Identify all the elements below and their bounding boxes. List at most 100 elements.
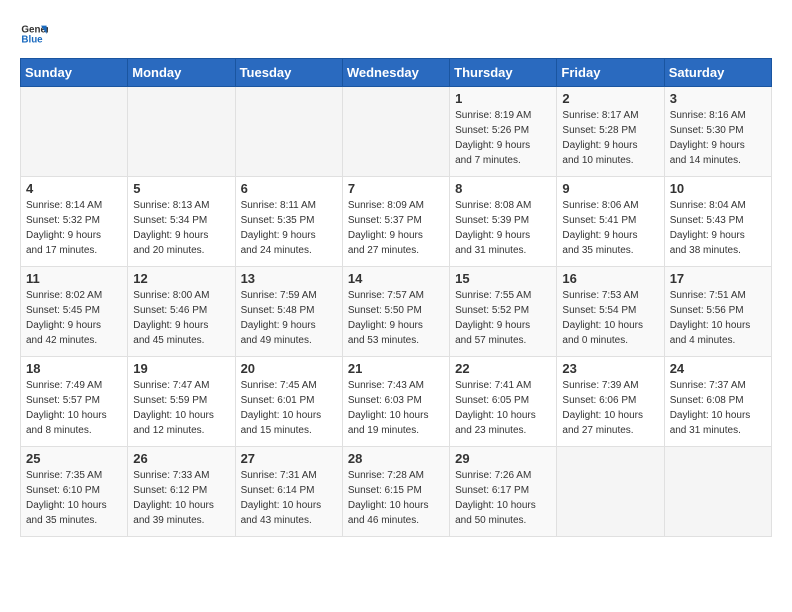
calendar-cell: 18Sunrise: 7:49 AM Sunset: 5:57 PM Dayli… <box>21 357 128 447</box>
day-info: Sunrise: 8:04 AM Sunset: 5:43 PM Dayligh… <box>670 198 766 258</box>
day-number: 27 <box>241 451 337 466</box>
calendar-cell: 4Sunrise: 8:14 AM Sunset: 5:32 PM Daylig… <box>21 177 128 267</box>
day-number: 11 <box>26 271 122 286</box>
day-info: Sunrise: 8:02 AM Sunset: 5:45 PM Dayligh… <box>26 288 122 348</box>
calendar-cell <box>664 447 771 537</box>
week-row-2: 4Sunrise: 8:14 AM Sunset: 5:32 PM Daylig… <box>21 177 772 267</box>
day-info: Sunrise: 8:17 AM Sunset: 5:28 PM Dayligh… <box>562 108 658 168</box>
header: General Blue <box>20 20 772 48</box>
day-info: Sunrise: 8:11 AM Sunset: 5:35 PM Dayligh… <box>241 198 337 258</box>
calendar-cell: 29 Sunrise: 7:26 AM Sunset: 6:17 PM Dayli… <box>450 447 557 537</box>
calendar-cell: 20 Sunrise: 7:45 AM Sunset: 6:01 PM Dayli… <box>235 357 342 447</box>
day-info: Sunrise: 7:57 AM Sunset: 5:50 PM Dayligh… <box>348 288 444 348</box>
header-cell-saturday: Saturday <box>664 59 771 87</box>
day-number: 5 <box>133 181 229 196</box>
day-number: 8 <box>455 181 551 196</box>
day-info: Sunrise: 7:39 AM Sunset: 6:06 PM Dayligh… <box>562 378 658 438</box>
svg-text:Blue: Blue <box>21 34 43 45</box>
calendar-cell: 5 Sunrise: 8:13 AM Sunset: 5:34 PM Daylig… <box>128 177 235 267</box>
calendar-body: 1 Sunrise: 8:19 AM Sunset: 5:26 PM Daylig… <box>21 87 772 537</box>
logo-icon: General Blue <box>20 20 48 48</box>
calendar-cell: 14 Sunrise: 7:57 AM Sunset: 5:50 PM Dayli… <box>342 267 449 357</box>
header-cell-sunday: Sunday <box>21 59 128 87</box>
day-number: 2 <box>562 91 658 106</box>
day-number: 28 <box>348 451 444 466</box>
day-info: Sunrise: 8:16 AM Sunset: 5:30 PM Dayligh… <box>670 108 766 168</box>
calendar-cell: 10 Sunrise: 8:04 AM Sunset: 5:43 PM Dayli… <box>664 177 771 267</box>
day-info: Sunrise: 8:00 AM Sunset: 5:46 PM Dayligh… <box>133 288 229 348</box>
day-info: Sunrise: 8:14 AM Sunset: 5:32 PM Dayligh… <box>26 198 122 258</box>
day-info: Sunrise: 8:08 AM Sunset: 5:39 PM Dayligh… <box>455 198 551 258</box>
day-info: Sunrise: 7:33 AM Sunset: 6:12 PM Dayligh… <box>133 468 229 528</box>
calendar-cell: 12 Sunrise: 8:00 AM Sunset: 5:46 PM Dayli… <box>128 267 235 357</box>
week-row-5: 25 Sunrise: 7:35 AM Sunset: 6:10 PM Dayli… <box>21 447 772 537</box>
day-number: 3 <box>670 91 766 106</box>
day-number: 29 <box>455 451 551 466</box>
calendar-cell: 9 Sunrise: 8:06 AM Sunset: 5:41 PM Daylig… <box>557 177 664 267</box>
calendar-cell: 17 Sunrise: 7:51 AM Sunset: 5:56 PM Dayli… <box>664 267 771 357</box>
day-number: 23 <box>562 361 658 376</box>
day-info: Sunrise: 7:51 AM Sunset: 5:56 PM Dayligh… <box>670 288 766 348</box>
calendar-cell <box>21 87 128 177</box>
week-row-1: 1 Sunrise: 8:19 AM Sunset: 5:26 PM Daylig… <box>21 87 772 177</box>
day-info: Sunrise: 7:28 AM Sunset: 6:15 PM Dayligh… <box>348 468 444 528</box>
day-info: Sunrise: 8:09 AM Sunset: 5:37 PM Dayligh… <box>348 198 444 258</box>
day-number: 15 <box>455 271 551 286</box>
day-number: 9 <box>562 181 658 196</box>
day-number: 20 <box>241 361 337 376</box>
calendar-cell: 7 Sunrise: 8:09 AM Sunset: 5:37 PM Daylig… <box>342 177 449 267</box>
header-cell-thursday: Thursday <box>450 59 557 87</box>
day-info: Sunrise: 7:45 AM Sunset: 6:01 PM Dayligh… <box>241 378 337 438</box>
day-info: Sunrise: 7:35 AM Sunset: 6:10 PM Dayligh… <box>26 468 122 528</box>
header-cell-tuesday: Tuesday <box>235 59 342 87</box>
day-number: 25 <box>26 451 122 466</box>
calendar-cell: 26 Sunrise: 7:33 AM Sunset: 6:12 PM Dayli… <box>128 447 235 537</box>
day-info: Sunrise: 7:26 AM Sunset: 6:17 PM Dayligh… <box>455 468 551 528</box>
day-info: Sunrise: 7:43 AM Sunset: 6:03 PM Dayligh… <box>348 378 444 438</box>
day-number: 6 <box>241 181 337 196</box>
day-number: 7 <box>348 181 444 196</box>
header-row: SundayMondayTuesdayWednesdayThursdayFrid… <box>21 59 772 87</box>
calendar-cell: 28 Sunrise: 7:28 AM Sunset: 6:15 PM Dayli… <box>342 447 449 537</box>
calendar-cell: 6 Sunrise: 8:11 AM Sunset: 5:35 PM Daylig… <box>235 177 342 267</box>
day-info: Sunrise: 8:06 AM Sunset: 5:41 PM Dayligh… <box>562 198 658 258</box>
day-number: 16 <box>562 271 658 286</box>
header-cell-wednesday: Wednesday <box>342 59 449 87</box>
week-row-3: 11 Sunrise: 8:02 AM Sunset: 5:45 PM Dayli… <box>21 267 772 357</box>
calendar-cell <box>342 87 449 177</box>
day-info: Sunrise: 7:47 AM Sunset: 5:59 PM Dayligh… <box>133 378 229 438</box>
day-number: 10 <box>670 181 766 196</box>
calendar-cell: 15 Sunrise: 7:55 AM Sunset: 5:52 PM Dayli… <box>450 267 557 357</box>
day-number: 17 <box>670 271 766 286</box>
day-number: 13 <box>241 271 337 286</box>
calendar-header: SundayMondayTuesdayWednesdayThursdayFrid… <box>21 59 772 87</box>
calendar-cell: 16 Sunrise: 7:53 AM Sunset: 5:54 PM Dayli… <box>557 267 664 357</box>
calendar-cell: 11 Sunrise: 8:02 AM Sunset: 5:45 PM Dayli… <box>21 267 128 357</box>
calendar-cell: 24Sunrise: 7:37 AM Sunset: 6:08 PM Dayli… <box>664 357 771 447</box>
day-info: Sunrise: 7:55 AM Sunset: 5:52 PM Dayligh… <box>455 288 551 348</box>
header-cell-friday: Friday <box>557 59 664 87</box>
day-info: Sunrise: 7:49 AM Sunset: 5:57 PM Dayligh… <box>26 378 122 438</box>
calendar-cell: 23 Sunrise: 7:39 AM Sunset: 6:06 PM Dayli… <box>557 357 664 447</box>
calendar-cell: 27 Sunrise: 7:31 AM Sunset: 6:14 PM Dayli… <box>235 447 342 537</box>
day-number: 21 <box>348 361 444 376</box>
day-number: 12 <box>133 271 229 286</box>
calendar-cell <box>235 87 342 177</box>
calendar-cell <box>557 447 664 537</box>
day-info: Sunrise: 7:31 AM Sunset: 6:14 PM Dayligh… <box>241 468 337 528</box>
day-info: Sunrise: 8:13 AM Sunset: 5:34 PM Dayligh… <box>133 198 229 258</box>
calendar-cell: 25 Sunrise: 7:35 AM Sunset: 6:10 PM Dayli… <box>21 447 128 537</box>
day-number: 1 <box>455 91 551 106</box>
calendar-cell: 21 Sunrise: 7:43 AM Sunset: 6:03 PM Dayli… <box>342 357 449 447</box>
day-info: Sunrise: 8:19 AM Sunset: 5:26 PM Dayligh… <box>455 108 551 168</box>
day-number: 14 <box>348 271 444 286</box>
logo: General Blue <box>20 20 52 48</box>
day-number: 19 <box>133 361 229 376</box>
calendar-cell: 1 Sunrise: 8:19 AM Sunset: 5:26 PM Daylig… <box>450 87 557 177</box>
day-info: Sunrise: 7:37 AM Sunset: 6:08 PM Dayligh… <box>670 378 766 438</box>
day-number: 26 <box>133 451 229 466</box>
calendar-cell: 3 Sunrise: 8:16 AM Sunset: 5:30 PM Daylig… <box>664 87 771 177</box>
calendar-cell: 2 Sunrise: 8:17 AM Sunset: 5:28 PM Daylig… <box>557 87 664 177</box>
calendar-cell: 8 Sunrise: 8:08 AM Sunset: 5:39 PM Daylig… <box>450 177 557 267</box>
day-info: Sunrise: 7:53 AM Sunset: 5:54 PM Dayligh… <box>562 288 658 348</box>
